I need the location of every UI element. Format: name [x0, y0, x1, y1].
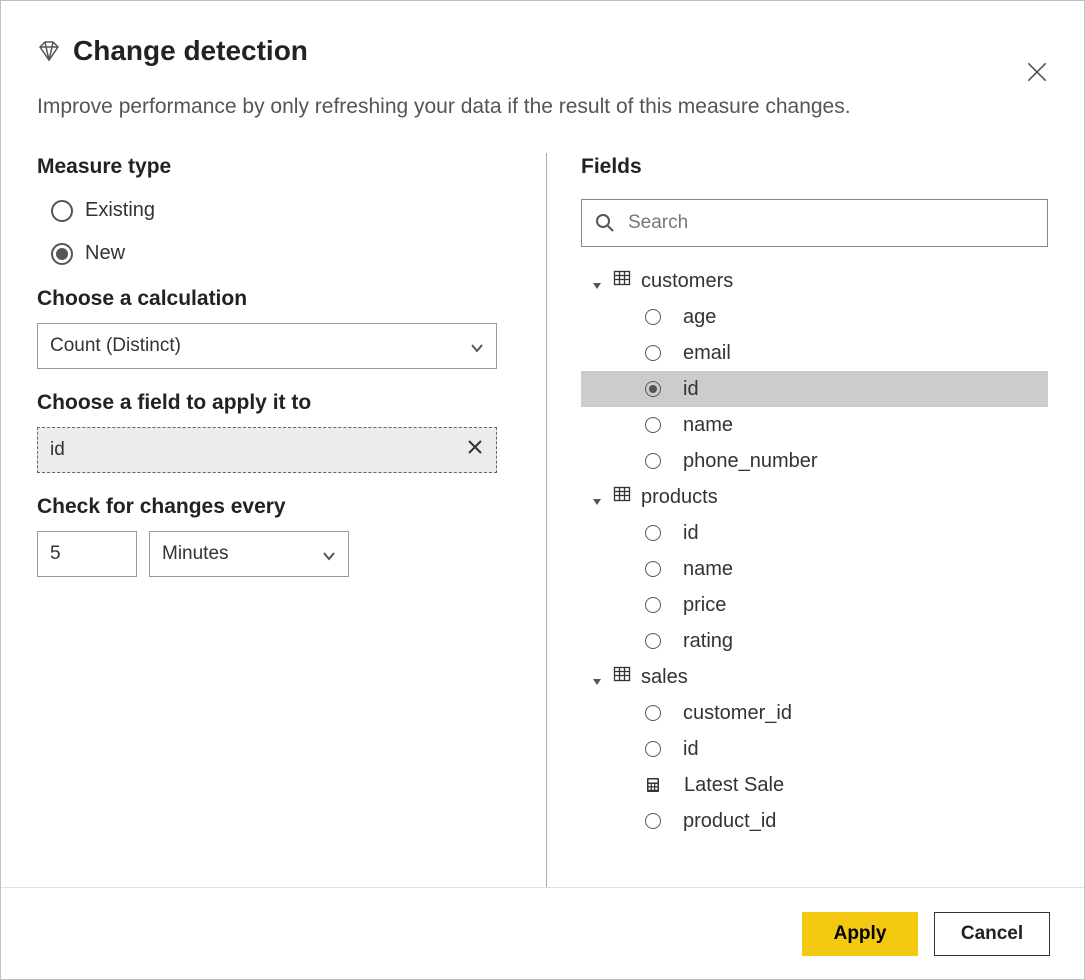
- field-name: age: [683, 306, 716, 329]
- table-row[interactable]: sales: [581, 659, 1048, 695]
- field-radio-icon: [645, 417, 661, 433]
- field-row[interactable]: email: [581, 335, 1048, 371]
- table-row[interactable]: products: [581, 479, 1048, 515]
- field-name: customer_id: [683, 702, 792, 725]
- field-name: rating: [683, 630, 733, 653]
- interval-unit-value: Minutes: [162, 543, 229, 565]
- radio-label: Existing: [85, 199, 155, 222]
- field-row[interactable]: id: [581, 371, 1048, 407]
- field-name: email: [683, 342, 731, 365]
- cancel-button[interactable]: Cancel: [934, 912, 1050, 956]
- field-row[interactable]: price: [581, 587, 1048, 623]
- table-name: sales: [641, 666, 688, 689]
- field-row[interactable]: id: [581, 731, 1048, 767]
- field-row[interactable]: id: [581, 515, 1048, 551]
- measure-icon: [644, 776, 662, 794]
- field-name: name: [683, 558, 733, 581]
- dialog-subtitle: Improve performance by only refreshing y…: [37, 95, 1048, 119]
- field-row[interactable]: product_id: [581, 803, 1048, 839]
- dialog-title: Change detection: [73, 35, 308, 67]
- field-row[interactable]: rating: [581, 623, 1048, 659]
- radio-existing[interactable]: Existing: [51, 199, 516, 222]
- field-radio-icon: [645, 381, 661, 397]
- radio-new[interactable]: New: [51, 242, 516, 265]
- diamond-icon: [37, 39, 61, 63]
- calculation-heading: Choose a calculation: [37, 287, 516, 311]
- field-radio-icon: [645, 633, 661, 649]
- interval-value-input[interactable]: [37, 531, 137, 577]
- radio-label: New: [85, 242, 125, 265]
- field-name: id: [683, 738, 699, 761]
- field-radio-icon: [645, 705, 661, 721]
- table-icon: [613, 485, 631, 509]
- field-name: product_id: [683, 810, 776, 833]
- field-radio-icon: [645, 345, 661, 361]
- clear-field-button[interactable]: [466, 438, 484, 462]
- field-radio-icon: [645, 525, 661, 541]
- field-name: id: [683, 522, 699, 545]
- close-button[interactable]: [1024, 59, 1050, 90]
- apply-button[interactable]: Apply: [802, 912, 918, 956]
- field-name: phone_number: [683, 450, 818, 473]
- apply-field-value: id: [50, 439, 65, 461]
- expand-icon: [591, 491, 603, 503]
- radio-icon: [51, 243, 73, 265]
- interval-heading: Check for changes every: [37, 495, 516, 519]
- radio-icon: [51, 200, 73, 222]
- field-row[interactable]: age: [581, 299, 1048, 335]
- chevron-down-icon: [322, 547, 336, 561]
- field-name: name: [683, 414, 733, 437]
- field-radio-icon: [645, 597, 661, 613]
- calculation-value: Count (Distinct): [50, 335, 181, 357]
- field-radio-icon: [645, 741, 661, 757]
- field-row[interactable]: name: [581, 407, 1048, 443]
- interval-unit-select[interactable]: Minutes: [149, 531, 349, 577]
- fields-tree[interactable]: customers age email id name phone_numberprodu…: [581, 263, 1048, 887]
- table-row[interactable]: customers: [581, 263, 1048, 299]
- search-icon: [595, 213, 615, 238]
- field-radio-icon: [645, 453, 661, 469]
- field-name: price: [683, 594, 726, 617]
- table-icon: [613, 665, 631, 689]
- fields-search-input[interactable]: [581, 199, 1048, 247]
- field-radio-icon: [645, 813, 661, 829]
- table-icon: [613, 269, 631, 293]
- field-radio-icon: [645, 561, 661, 577]
- measure-type-heading: Measure type: [37, 155, 516, 179]
- apply-field-heading: Choose a field to apply it to: [37, 391, 516, 415]
- calculation-select[interactable]: Count (Distinct): [37, 323, 497, 369]
- table-name: products: [641, 486, 718, 509]
- field-radio-icon: [645, 309, 661, 325]
- field-row[interactable]: Latest Sale: [581, 767, 1048, 803]
- field-row[interactable]: name: [581, 551, 1048, 587]
- expand-icon: [591, 671, 603, 683]
- field-row[interactable]: phone_number: [581, 443, 1048, 479]
- apply-field-box[interactable]: id: [37, 427, 497, 473]
- fields-heading: Fields: [581, 155, 1048, 179]
- chevron-down-icon: [470, 339, 484, 353]
- field-name: id: [683, 378, 699, 401]
- field-row[interactable]: customer_id: [581, 695, 1048, 731]
- field-name: Latest Sale: [684, 774, 784, 797]
- expand-icon: [591, 275, 603, 287]
- table-name: customers: [641, 270, 733, 293]
